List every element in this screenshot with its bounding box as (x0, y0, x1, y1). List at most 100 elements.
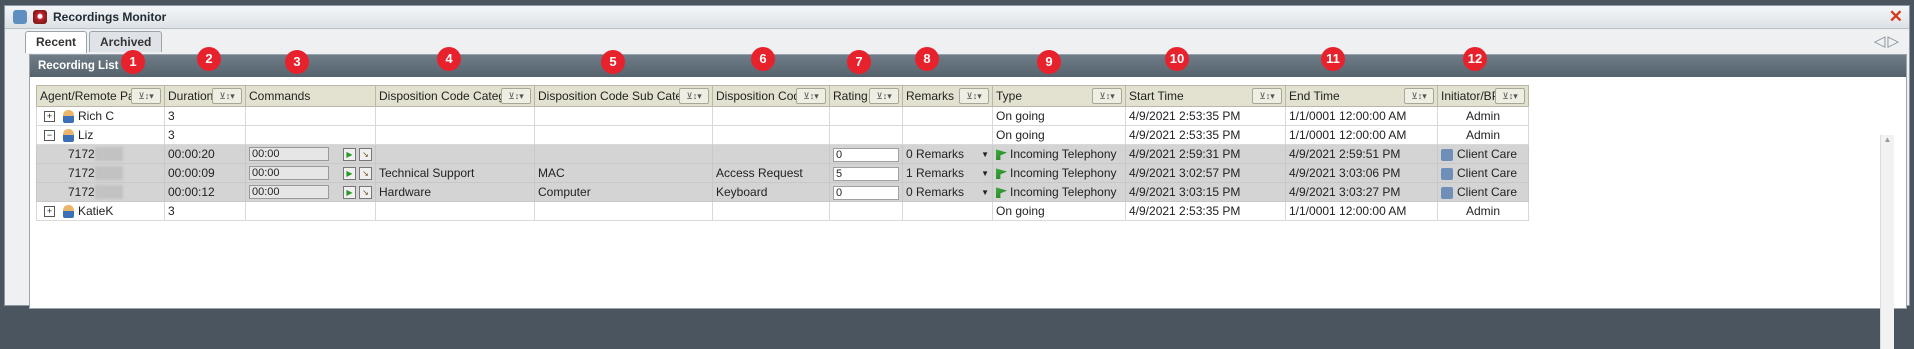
agent-name: Liz (78, 127, 94, 142)
scroll-up-icon[interactable]: ▲ (1881, 135, 1894, 144)
redacted-number (94, 147, 123, 162)
start-time-value: 4/9/2021 3:03:15 PM (1129, 185, 1241, 199)
disposition-subcategory-cell (534, 144, 713, 164)
agent-row[interactable]: + KatieK 3 On going 4/9/2021 2:53:35 PM 1/1/0… (36, 201, 1529, 221)
user-avatar-icon (63, 110, 74, 124)
column-header-end-time[interactable]: End Time ⊻↕▾ (1285, 85, 1438, 107)
empty-cell (245, 106, 376, 126)
download-icon[interactable]: ↘ (359, 166, 372, 180)
column-header-remarks[interactable]: Remarks ⊻↕▾ (902, 85, 993, 107)
agent-row[interactable]: + Rich C 3 On going 4/9/2021 2:53:35 PM 1/1/0… (36, 106, 1529, 126)
annotation-badge: 7 (847, 50, 871, 74)
filter-sort-icon[interactable]: ⊻↕▾ (1495, 88, 1525, 104)
annotation-badge: 4 (437, 47, 461, 71)
recording-row[interactable]: 7172 00:00:20 00:00 ▶ ↘ 0 0 Remarks ▼ Incoming T… (36, 144, 1529, 164)
tab-nav-arrows-icon[interactable]: ◁▷ (1874, 32, 1901, 50)
download-icon[interactable]: ↘ (359, 147, 372, 161)
rating-input[interactable]: 0 (833, 147, 899, 162)
column-header-start-time[interactable]: Start Time ⊻↕▾ (1125, 85, 1286, 107)
type-value: Incoming Telephony (1010, 147, 1117, 161)
playback-position-field[interactable]: 00:00 (249, 185, 329, 200)
type-cell: On going (992, 106, 1126, 126)
tab-recent[interactable]: Recent (25, 31, 88, 53)
expand-icon[interactable]: + (44, 206, 55, 218)
end-time-value: 4/9/2021 3:03:27 PM (1289, 185, 1401, 199)
rating-input[interactable]: 0 (833, 185, 899, 200)
column-header-label: Remarks (906, 89, 955, 103)
initiator-cell: Client Care (1437, 144, 1529, 164)
start-time-cell: 4/9/2021 3:03:15 PM (1125, 182, 1286, 202)
column-header-duration[interactable]: Duration ⊻↕▾ (164, 85, 246, 107)
play-icon[interactable]: ▶ (343, 185, 356, 199)
vertical-scrollbar[interactable]: ▲ (1880, 135, 1894, 349)
recording-row[interactable]: 7172 00:00:09 00:00 ▶ ↘ Technical Support MAC A… (36, 163, 1529, 183)
empty-cell (829, 106, 903, 126)
tab-archived[interactable]: Archived (89, 31, 163, 52)
duration-value: 3 (168, 109, 175, 123)
column-header-commands[interactable]: Commands (245, 85, 376, 107)
collapse-icon[interactable]: − (44, 130, 55, 142)
initiator-value: Admin (1465, 204, 1500, 218)
column-header-disposition-code-sub-category[interactable]: Disposition Code Sub Category ⊻↕▾ (534, 85, 713, 107)
start-time-cell: 4/9/2021 3:02:57 PM (1125, 163, 1286, 183)
column-header-rating[interactable]: Rating ⊻↕▾ (829, 85, 903, 107)
remarks-cell[interactable]: 0 Remarks ▼ (902, 144, 993, 164)
filter-sort-icon[interactable]: ⊻↕▾ (869, 88, 899, 104)
column-header-disposition-code[interactable]: Disposition Code ⊻↕▾ (712, 85, 830, 107)
filter-sort-icon[interactable]: ⊻↕▾ (131, 88, 161, 104)
type-cell: Incoming Telephony (992, 163, 1126, 183)
filter-sort-icon[interactable]: ⊻↕▾ (1404, 88, 1434, 104)
agent-cell[interactable]: + Rich C (36, 106, 165, 126)
download-icon[interactable]: ↘ (359, 185, 372, 199)
remarks-dropdown-icon[interactable]: ▼ (981, 188, 989, 197)
remarks-cell[interactable]: 1 Remarks ▼ (902, 163, 993, 183)
column-header-label: Commands (249, 89, 311, 103)
play-icon[interactable]: ▶ (343, 166, 356, 180)
disposition-code-cell: Keyboard (712, 182, 830, 202)
filter-sort-icon[interactable]: ⊻↕▾ (501, 88, 531, 104)
column-header-label: Duration (168, 89, 214, 103)
start-time-value: 4/9/2021 2:53:35 PM (1129, 204, 1241, 218)
filter-sort-icon[interactable]: ⊻↕▾ (1092, 88, 1122, 104)
close-icon[interactable]: ✕ (1889, 8, 1903, 25)
filter-sort-icon[interactable]: ⊻↕▾ (1252, 88, 1282, 104)
empty-cell (829, 125, 903, 145)
type-cell: Incoming Telephony (992, 144, 1126, 164)
commands-cell: 00:00 ▶ ↘ (245, 144, 376, 164)
disposition-category-value: Technical Support (379, 166, 475, 180)
recordings-table: Agent/Remote Party ⊻↕▾ Duration ⊻↕▾ Commands… (36, 85, 1529, 221)
remarks-cell[interactable]: 0 Remarks ▼ (902, 182, 993, 202)
expand-icon[interactable]: + (44, 111, 55, 123)
recording-row[interactable]: 7172 00:00:12 00:00 ▶ ↘ Hardware Computer Keybo… (36, 182, 1529, 202)
filter-sort-icon[interactable]: ⊻↕▾ (679, 88, 709, 104)
duration-value: 3 (168, 128, 175, 142)
remarks-dropdown-icon[interactable]: ▼ (981, 169, 989, 178)
agent-cell[interactable]: − Liz (36, 125, 165, 145)
agent-row[interactable]: − Liz 3 On going 4/9/2021 2:53:35 PM 1/1/0001… (36, 125, 1529, 145)
column-header-agent-remote-party[interactable]: Agent/Remote Party ⊻↕▾ (36, 85, 165, 107)
agent-name: Rich C (78, 108, 115, 123)
filter-sort-icon[interactable]: ⊻↕▾ (959, 88, 989, 104)
empty-cell (712, 106, 830, 126)
annotation-badge: 10 (1165, 47, 1189, 71)
remarks-value: 1 Remarks (906, 166, 965, 180)
rating-cell: 5 (829, 163, 903, 183)
home-icon[interactable] (13, 10, 27, 24)
filter-sort-icon[interactable]: ⊻↕▾ (796, 88, 826, 104)
recording-list-panel: Recording List Agent/Remote Party ⊻↕▾ Dura… (29, 54, 1907, 349)
column-header-disposition-code-category[interactable]: Disposition Code Category ⊻↕▾ (375, 85, 535, 107)
annotation-badge: 3 (285, 50, 309, 74)
remarks-dropdown-icon[interactable]: ▼ (981, 150, 989, 159)
agent-cell[interactable]: + KatieK (36, 201, 165, 221)
remote-party-number: 7172 (68, 165, 95, 180)
filter-sort-icon[interactable]: ⊻↕▾ (212, 88, 242, 104)
rating-input[interactable]: 5 (833, 166, 899, 181)
header-row: Agent/Remote Party ⊻↕▾ Duration ⊻↕▾ Commands… (36, 85, 1529, 107)
column-header-type[interactable]: Type ⊻↕▾ (992, 85, 1126, 107)
play-icon[interactable]: ▶ (343, 147, 356, 161)
column-header-initiator-bp[interactable]: Initiator/BP ⊻↕▾ (1437, 85, 1529, 107)
playback-position-field[interactable]: 00:00 (249, 147, 329, 162)
end-time-cell: 1/1/0001 12:00:00 AM (1285, 106, 1438, 126)
duration-value: 3 (168, 204, 175, 218)
playback-position-field[interactable]: 00:00 (249, 166, 329, 181)
